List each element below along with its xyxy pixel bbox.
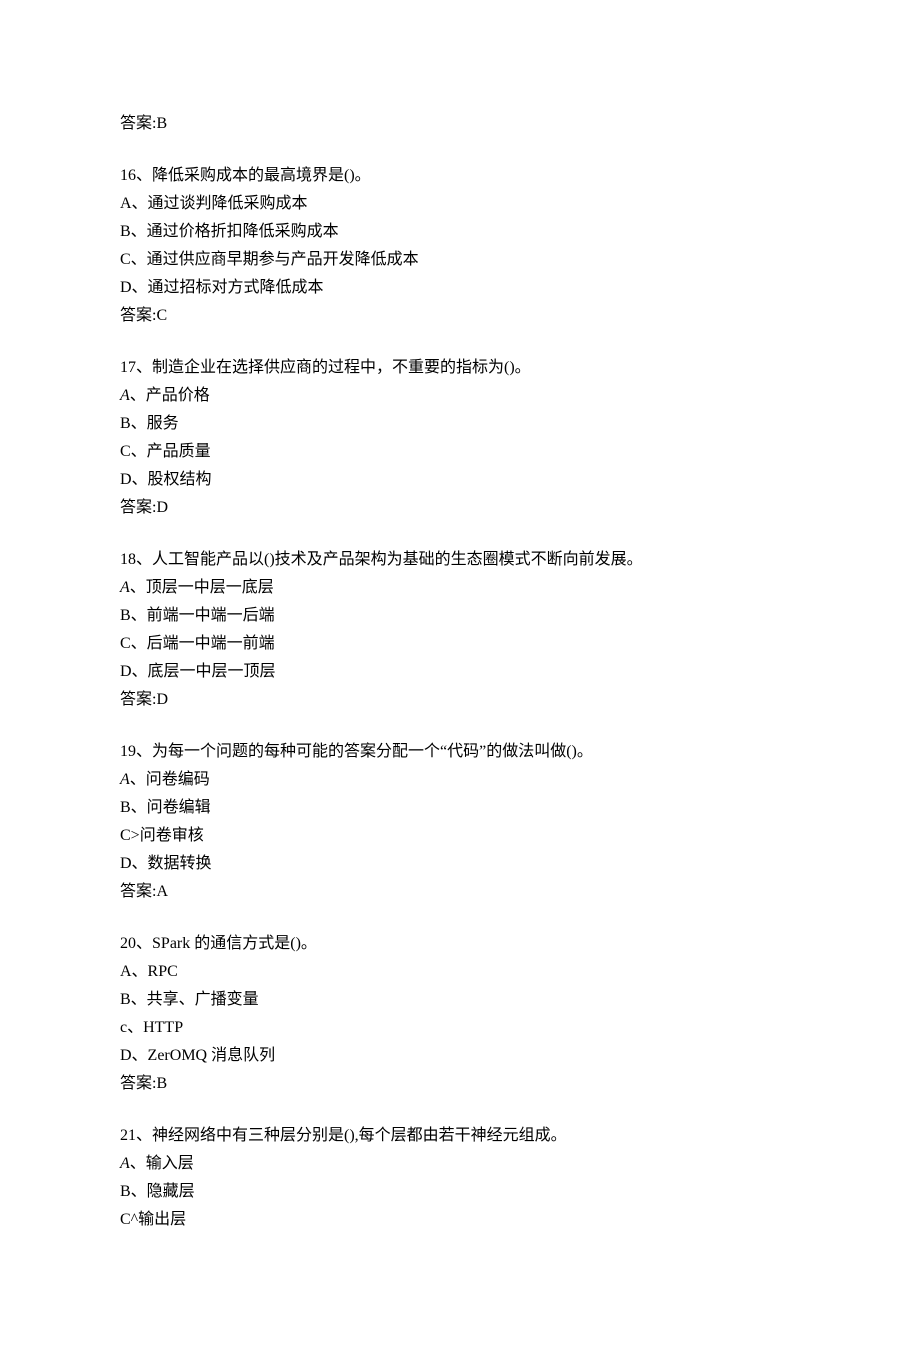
answer-text: 答案:B bbox=[120, 110, 800, 138]
question-21: 21、神经网络中有三种层分别是(),每个层都由若干神经元组成。 A、输入层 B、… bbox=[120, 1122, 800, 1234]
previous-answer-block: 答案:B bbox=[120, 110, 800, 138]
option-b: B、共享、广播变量 bbox=[120, 986, 800, 1014]
option-c: C^输出层 bbox=[120, 1206, 800, 1234]
option-a: A、问卷编码 bbox=[120, 766, 800, 794]
option-c: c、HTTP bbox=[120, 1014, 800, 1042]
question-stem: 19、为每一个问题的每种可能的答案分配一个“代码”的做法叫做()。 bbox=[120, 738, 800, 766]
answer-text: 答案:D bbox=[120, 686, 800, 714]
option-d: D、ZerOMQ 消息队列 bbox=[120, 1042, 800, 1070]
option-a: A、通过谈判降低采购成本 bbox=[120, 190, 800, 218]
answer-text: 答案:D bbox=[120, 494, 800, 522]
option-a: A、输入层 bbox=[120, 1150, 800, 1178]
question-stem: 21、神经网络中有三种层分别是(),每个层都由若干神经元组成。 bbox=[120, 1122, 800, 1150]
option-d: D、股权结构 bbox=[120, 466, 800, 494]
option-c: C、产品质量 bbox=[120, 438, 800, 466]
question-18: 18、人工智能产品以()技术及产品架构为基础的生态圈模式不断向前发展。 A、顶层… bbox=[120, 546, 800, 714]
answer-text: 答案:C bbox=[120, 302, 800, 330]
option-c: C>问卷审核 bbox=[120, 822, 800, 850]
question-20: 20、SPark 的通信方式是()。 A、RPC B、共享、广播变量 c、HTT… bbox=[120, 930, 800, 1098]
option-b: B、通过价格折扣降低采购成本 bbox=[120, 218, 800, 246]
answer-text: 答案:A bbox=[120, 878, 800, 906]
option-a: A、RPC bbox=[120, 958, 800, 986]
question-16: 16、降低采购成本的最高境界是()。 A、通过谈判降低采购成本 B、通过价格折扣… bbox=[120, 162, 800, 330]
option-d: D、通过招标对方式降低成本 bbox=[120, 274, 800, 302]
option-d: D、数据转换 bbox=[120, 850, 800, 878]
option-a: A、产品价格 bbox=[120, 382, 800, 410]
option-b: B、问卷编辑 bbox=[120, 794, 800, 822]
option-c: C、通过供应商早期参与产品开发降低成本 bbox=[120, 246, 800, 274]
option-b: B、服务 bbox=[120, 410, 800, 438]
option-c: C、后端一中端一前端 bbox=[120, 630, 800, 658]
option-a: A、顶层一中层一底层 bbox=[120, 574, 800, 602]
question-19: 19、为每一个问题的每种可能的答案分配一个“代码”的做法叫做()。 A、问卷编码… bbox=[120, 738, 800, 906]
option-d: D、底层一中层一顶层 bbox=[120, 658, 800, 686]
question-stem: 18、人工智能产品以()技术及产品架构为基础的生态圈模式不断向前发展。 bbox=[120, 546, 800, 574]
answer-text: 答案:B bbox=[120, 1070, 800, 1098]
question-stem: 17、制造企业在选择供应商的过程中，不重要的指标为()。 bbox=[120, 354, 800, 382]
option-b: B、隐藏层 bbox=[120, 1178, 800, 1206]
question-17: 17、制造企业在选择供应商的过程中，不重要的指标为()。 A、产品价格 B、服务… bbox=[120, 354, 800, 522]
question-stem: 16、降低采购成本的最高境界是()。 bbox=[120, 162, 800, 190]
option-b: B、前端一中端一后端 bbox=[120, 602, 800, 630]
document-page: 答案:B 16、降低采购成本的最高境界是()。 A、通过谈判降低采购成本 B、通… bbox=[0, 0, 920, 1358]
question-stem: 20、SPark 的通信方式是()。 bbox=[120, 930, 800, 958]
